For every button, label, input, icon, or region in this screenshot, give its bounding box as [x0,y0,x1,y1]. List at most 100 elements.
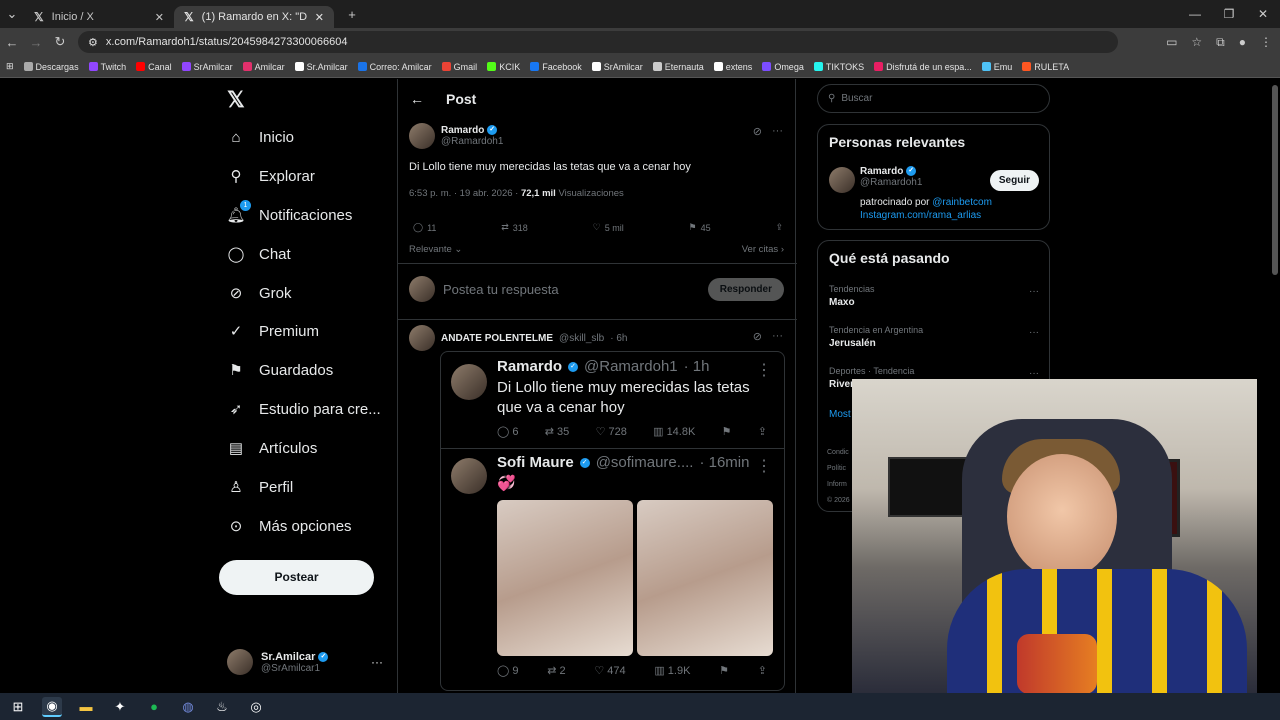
view-quotes-link[interactable]: Ver citas › [742,244,784,255]
bookmark-item[interactable]: Eternauta [652,62,704,72]
bookmark-item[interactable]: Gmail [441,62,477,72]
bookmark-favicon-icon [530,62,540,71]
forward-icon[interactable]: → [24,35,48,50]
apps-icon[interactable]: ⊞ [6,61,14,72]
cast-icon[interactable]: ▭ [1166,35,1177,49]
nav-explorar[interactable]: ⚲ Explorar [227,167,315,186]
windows-start-icon[interactable]: ⊞ [8,697,28,717]
restore-icon[interactable]: ❐ [1212,0,1246,28]
more-icon[interactable]: ··· [1029,368,1039,379]
bookmark-item[interactable]: extens [713,62,752,72]
nav-notificaciones[interactable]: 🔔︎ 1 Notificaciones [226,200,352,224]
tab-inicio[interactable]: 𝕏 Inicio / X ✕ [24,6,174,28]
grok-icon[interactable]: ⊘ [753,330,762,343]
site-info-icon[interactable]: ⚙ [88,36,98,49]
search-input[interactable]: ⚲ Buscar [817,84,1050,113]
more-icon[interactable]: ··· [772,330,783,343]
discord-icon[interactable]: ◍ [178,697,198,717]
back-arrow-icon[interactable]: ← [410,91,424,107]
back-icon[interactable]: ← [0,35,24,50]
nav-guardados[interactable]: ⚑ Guardados [227,361,333,380]
steam-icon[interactable]: ♨ [212,697,232,717]
grok-icon[interactable]: ⊘ [753,125,762,138]
close-window-icon[interactable]: ✕ [1246,0,1280,28]
bookmark-item[interactable]: Canal [136,62,172,72]
minimize-icon[interactable]: — [1178,0,1212,28]
bookmark-item[interactable]: Disfrutá de un espa... [874,62,972,72]
bookmark-item[interactable]: Amilcar [242,62,285,72]
nav-chat[interactable]: ◯ Chat [227,245,291,264]
follow-button[interactable]: Seguir [989,170,1039,191]
post-button[interactable]: Postear [219,560,374,595]
sort-relevance[interactable]: Relevante ⌄ [409,244,462,255]
nav-mas-opciones[interactable]: ⊙ Más opciones [227,517,352,536]
folder-icon[interactable]: ▬ [76,697,96,717]
reload-icon[interactable]: ↻ [48,34,72,50]
reply-input[interactable]: Postea tu respuesta [443,282,700,297]
bookmark-item[interactable]: Twitch [88,62,126,72]
bookmark-item[interactable]: SrAmilcar [591,62,643,72]
trend-item[interactable]: Tendencias Maxo ··· [829,284,1039,308]
more-icon[interactable]: ··· [772,125,783,138]
repost-action[interactable]: ⇄ 318 [501,222,528,233]
bookmark-item[interactable]: Sr.Amilcar [294,62,348,72]
avatar[interactable] [409,123,435,149]
share-icon[interactable]: ⇪ [775,222,783,233]
app-icon[interactable]: ✦ [110,697,130,717]
author-handle: @Ramardoh1 [441,136,504,147]
close-icon[interactable]: ✕ [155,11,164,24]
close-icon[interactable]: ✕ [315,11,324,24]
bio-link[interactable]: Instagram.com/rama_arlias [860,210,981,221]
post-actions: ◯ 11 ⇄ 318 ♡ 5 mil ⚑ 45 ⇪ [413,222,783,233]
bookmark-favicon-icon [487,62,497,71]
bookmark-item[interactable]: KCIK [487,62,520,72]
bookmark-item[interactable]: TIKTOKS [813,62,864,72]
bookmark-item[interactable]: Facebook [530,62,582,72]
nav-inicio[interactable]: ⌂ Inicio [227,128,294,146]
more-icon[interactable]: ··· [1029,286,1039,297]
obs-icon[interactable]: ◎ [246,697,266,717]
tab-ramardo[interactable]: 𝕏 (1) Ramardo en X: "Di Lollo tien ✕ [174,6,334,28]
scrollbar[interactable] [1272,85,1278,275]
avatar[interactable] [409,325,435,351]
trend-item[interactable]: Tendencia en Argentina Jerusalén ··· [829,325,1039,349]
x-logo-icon[interactable]: 𝕏 [227,87,245,113]
bookmark-item[interactable]: Emu [981,62,1012,72]
spotify-icon[interactable]: ● [144,697,164,717]
person-info[interactable]: Ramardo ✓ @Ramardoh1 [860,166,922,188]
bookmark-item[interactable]: Correo: Amilcar [357,62,432,72]
bio-link[interactable]: @rainbetcom [932,197,992,208]
bookmark-item[interactable]: Omega [762,62,804,72]
more-icon[interactable]: ··· [371,655,383,669]
embedded-image[interactable]: Ramardo ✓ @Ramardoh1 · 1h ⋮ Di Lollo tie… [440,351,785,691]
reply-header[interactable]: ANDATE POLENTELME @skill_slb · 6h [409,325,627,351]
nav-articulos[interactable]: ▤ Artículos [227,439,317,458]
new-tab-icon[interactable]: + [340,7,364,22]
reply-button[interactable]: Responder [707,277,784,301]
nav-premium[interactable]: ✓ Premium [227,322,319,341]
nav-grok[interactable]: ⊘ Grok [227,284,292,303]
photo [637,500,773,656]
bookmark-item[interactable]: Descargas [23,62,79,72]
bookmark-favicon-icon [242,62,252,71]
menu-icon[interactable]: ⋮ [1260,35,1272,49]
address-bar[interactable]: ⚙ x.com/Ramardoh1/status/204598427330006… [78,31,1118,53]
star-icon[interactable]: ☆ [1191,35,1202,49]
more-icon[interactable]: ··· [1029,327,1039,338]
extensions-icon[interactable]: ⧉ [1216,35,1225,50]
tab-search-icon[interactable]: ⌄ [0,6,24,22]
home-icon: ⌂ [231,128,241,146]
chrome-icon[interactable]: ◉ [42,696,62,717]
bookmark-action[interactable]: ⚑ 45 [689,222,711,233]
profile-icon[interactable]: ● [1239,35,1246,49]
nav-estudio[interactable]: ➶ Estudio para cre... [227,400,381,419]
show-more-link[interactable]: Most [829,409,851,420]
avatar[interactable] [829,167,855,193]
post-author[interactable]: Ramardo ✓ @Ramardoh1 [409,123,503,149]
nav-perfil[interactable]: ♙ Perfil [227,478,293,497]
reply-action[interactable]: ◯ 11 [413,222,436,233]
bookmark-item[interactable]: SrAmilcar [181,62,233,72]
bookmark-item[interactable]: RULETA [1022,62,1069,72]
like-action[interactable]: ♡ 5 mil [593,222,624,233]
account-switcher[interactable]: Sr.Amilcar ✓ @SrAmilcar1 ··· [227,649,383,675]
